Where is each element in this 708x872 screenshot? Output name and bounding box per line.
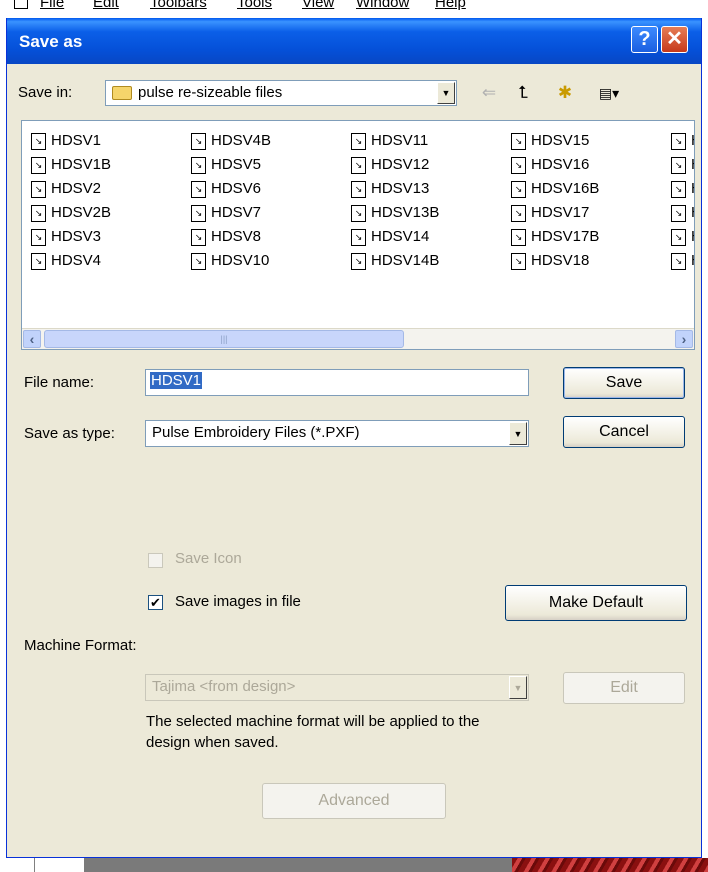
- file-icon: ↘: [671, 205, 686, 222]
- file-icon: ↘: [351, 181, 366, 198]
- horizontal-scrollbar[interactable]: ‹ ||| ›: [22, 328, 694, 349]
- file-icon: ↘: [191, 157, 206, 174]
- menu-file[interactable]: File: [40, 0, 64, 11]
- save-as-type-dropdown[interactable]: Pulse Embroidery Files (*.PXF) ▼: [145, 420, 529, 447]
- file-icon: ↘: [191, 229, 206, 246]
- edit-button[interactable]: Edit: [563, 672, 685, 704]
- new-folder-icon[interactable]: ✱: [553, 81, 577, 105]
- close-button[interactable]: ✕: [661, 26, 688, 53]
- file-icon: ↘: [191, 181, 206, 198]
- file-icon: ↘: [511, 157, 526, 174]
- file-icon: ↘: [511, 133, 526, 150]
- save-as-type-label: Save as type:: [24, 425, 115, 442]
- save-in-dropdown[interactable]: pulse re-sizeable files ▼: [105, 80, 457, 106]
- folder-icon: [112, 86, 132, 100]
- menu-view[interactable]: View: [302, 0, 334, 11]
- file-icon: ↘: [31, 181, 46, 198]
- dialog-title: Save as: [19, 32, 83, 51]
- dialog-titlebar[interactable]: Save as ? ✕: [7, 18, 701, 64]
- save-in-value: pulse re-sizeable files: [138, 84, 283, 101]
- menu-window[interactable]: Window: [356, 0, 409, 11]
- file-name-label: File name:: [24, 374, 95, 391]
- status-bar: [84, 858, 512, 872]
- file-icon: ↘: [671, 253, 686, 270]
- file-icon: ↘: [191, 253, 206, 270]
- scroll-left-icon[interactable]: ‹: [23, 330, 41, 348]
- ruler-mark: [34, 858, 45, 872]
- cancel-button[interactable]: Cancel: [563, 416, 685, 448]
- back-icon[interactable]: ⇐: [477, 81, 501, 105]
- file-icon: ↘: [671, 181, 686, 198]
- machine-format-dropdown[interactable]: Tajima <from design> ▼: [145, 674, 529, 701]
- help-button[interactable]: ?: [631, 26, 658, 53]
- app-logo-icon: [14, 0, 28, 9]
- machine-format-note-line1: The selected machine format will be appl…: [146, 713, 480, 730]
- file-icon: ↘: [31, 205, 46, 222]
- app-menubar: File Edit Toolbars Tools View Window Hel…: [0, 0, 708, 18]
- file-icon: ↘: [511, 205, 526, 222]
- file-icon: ↘: [351, 133, 366, 150]
- file-icon: ↘: [511, 229, 526, 246]
- view-menu-icon[interactable]: ▤▾: [591, 81, 627, 105]
- advanced-button[interactable]: Advanced: [262, 783, 446, 819]
- file-icon: ↘: [191, 205, 206, 222]
- file-icon: ↘: [511, 181, 526, 198]
- file-name-input[interactable]: HDSV1: [145, 369, 529, 396]
- save-icon-label: Save Icon: [175, 550, 242, 567]
- menu-tools[interactable]: Tools: [237, 0, 272, 11]
- background-app-strip: [0, 858, 708, 872]
- file-name-value: HDSV1: [150, 372, 203, 389]
- machine-format-note-line2: design when saved.: [146, 734, 279, 751]
- save-icon-checkbox[interactable]: [148, 553, 163, 568]
- scroll-right-icon[interactable]: ›: [675, 330, 693, 348]
- up-folder-icon[interactable]: ⮤: [511, 81, 535, 105]
- file-icon: ↘: [511, 253, 526, 270]
- save-in-label: Save in:: [18, 84, 73, 101]
- save-button[interactable]: Save: [563, 367, 685, 399]
- save-as-type-value: Pulse Embroidery Files (*.PXF): [152, 424, 360, 441]
- make-default-button[interactable]: Make Default: [505, 585, 687, 621]
- save-images-checkbox[interactable]: ✔: [148, 595, 163, 610]
- menu-help[interactable]: Help: [435, 0, 466, 11]
- machine-format-value: Tajima <from design>: [152, 678, 296, 695]
- menu-toolbars[interactable]: Toolbars: [150, 0, 207, 11]
- file-icon: ↘: [31, 133, 46, 150]
- machine-format-label: Machine Format:: [24, 637, 137, 654]
- file-icon: ↘: [31, 157, 46, 174]
- menu-edit[interactable]: Edit: [93, 0, 119, 11]
- file-icon: ↘: [671, 133, 686, 150]
- chevron-down-icon[interactable]: ▼: [509, 422, 527, 445]
- file-icon: ↘: [671, 229, 686, 246]
- save-images-label: Save images in file: [175, 593, 301, 610]
- file-icon: ↘: [351, 157, 366, 174]
- chevron-down-icon[interactable]: ▼: [509, 676, 527, 699]
- file-icon: ↘: [191, 133, 206, 150]
- file-icon: ↘: [671, 157, 686, 174]
- embroidery-preview: [512, 858, 708, 872]
- file-list[interactable]: ↘ HDSV1 ↘ HDSV1B ↘ HDSV2 ↘ HDSV2B ↘ HDSV3 ↘ HD…: [21, 120, 695, 350]
- file-icon: ↘: [31, 229, 46, 246]
- file-icon: ↘: [351, 253, 366, 270]
- chevron-down-icon[interactable]: ▼: [437, 82, 455, 104]
- file-icon: ↘: [351, 205, 366, 222]
- file-icon: ↘: [351, 229, 366, 246]
- save-as-dialog: Save as ? ✕ Save in: pulse re-sizeable f…: [6, 18, 702, 858]
- file-icon: ↘: [31, 253, 46, 270]
- scrollbar-thumb[interactable]: |||: [44, 330, 404, 348]
